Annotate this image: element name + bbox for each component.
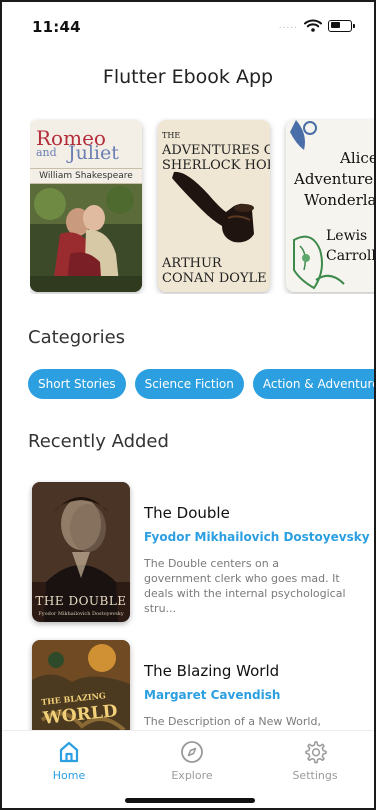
- recently-added-heading: Recently Added: [28, 431, 169, 452]
- category-chip-action-adventure[interactable]: Action & Adventure: [252, 369, 374, 399]
- book-cover[interactable]: THE DOUBLE Fyodor Mikhailovich Dostoyevs…: [32, 482, 130, 622]
- gear-icon: [305, 741, 327, 764]
- cover-author: William Shakespeare: [30, 168, 142, 184]
- featured-book-sherlock-holmes[interactable]: THE ADVENTURES OF SHERLOCK HOLMES ARTHUR…: [158, 120, 270, 292]
- book-title[interactable]: The Double: [144, 504, 348, 522]
- home-icon: [59, 741, 79, 763]
- home-indicator[interactable]: [125, 798, 255, 803]
- nav-home-label: Home: [52, 769, 86, 782]
- book-author: Margaret Cavendish: [144, 688, 281, 702]
- book-info: The Double Fyodor Mikhailovich Dostoyevs…: [144, 504, 370, 616]
- featured-book-alice-in-wonderland[interactable]: Alice Adventures in Wonderland Lewis Car…: [286, 120, 374, 292]
- category-chips: Short Stories Science Fiction Action & A…: [28, 369, 374, 399]
- cover-title: Alice Adventures in Wonderland: [294, 148, 374, 211]
- cover-author-line: Carroll: [326, 248, 374, 264]
- cover-title-line: Wonderland: [304, 191, 374, 209]
- cover-author-line: Lewis: [326, 228, 368, 244]
- book-description: The Description of a New World, Called: [144, 715, 321, 728]
- nav-explore[interactable]: Explore: [152, 739, 232, 782]
- wifi-icon: [304, 19, 322, 32]
- signal-dots: .....: [278, 20, 298, 31]
- featured-book-romeo-and-juliet[interactable]: Romeo and Juliet William Shakespeare: [30, 120, 142, 292]
- status-time: 11:44: [32, 18, 81, 36]
- nav-settings-label: Settings: [292, 769, 338, 782]
- book-title[interactable]: The Blazing World: [144, 662, 348, 680]
- phone-screen: 11:44 ..... Flutter Ebook App Romeo and …: [0, 0, 376, 810]
- cover-title-line: Adventures in: [294, 170, 374, 188]
- cover-title: THE DOUBLE: [35, 594, 127, 608]
- nav-explore-label: Explore: [171, 769, 213, 782]
- nav-home[interactable]: Home: [29, 739, 109, 782]
- cover-title-small: THE: [162, 131, 181, 140]
- cover-author: Fyodor Mikhailovich Dostoyevsky: [38, 611, 124, 617]
- list-item[interactable]: THE DOUBLE Fyodor Mikhailovich Dostoyevs…: [32, 482, 370, 622]
- status-bar: 11:44 .....: [2, 2, 374, 50]
- book-description: The Double centers on a government clerk…: [144, 557, 346, 615]
- status-icons: .....: [278, 19, 355, 32]
- battery-icon: [328, 19, 355, 32]
- cover-title-line: ADVENTURES OF: [162, 143, 270, 158]
- cover-title-line: Alice: [340, 149, 374, 167]
- compass-icon: [181, 741, 203, 763]
- pipe-icon: [172, 171, 254, 243]
- book-cover[interactable]: THE BLAZING WORLD: [32, 640, 130, 730]
- cover-author: ARTHUR CONAN DOYLE: [162, 256, 267, 286]
- book-author: Fyodor Mikhailovich Dostoyevsky: [144, 530, 370, 544]
- cover-title: Juliet: [68, 142, 119, 164]
- cover-title: and: [36, 146, 57, 159]
- featured-carousel[interactable]: Romeo and Juliet William Shakespeare THE: [30, 118, 374, 294]
- cover-author: Lewis Carroll: [326, 226, 374, 266]
- cover-author-line: ARTHUR: [162, 256, 222, 271]
- bottom-navigation: Home Explore Settings: [2, 730, 374, 808]
- recent-books-list: THE DOUBLE Fyodor Mikhailovich Dostoyevs…: [2, 480, 374, 730]
- nav-settings[interactable]: Settings: [275, 739, 355, 782]
- app-title: Flutter Ebook App: [102, 66, 274, 88]
- list-item[interactable]: THE BLAZING WORLD The Blazing World Marg…: [32, 640, 348, 730]
- category-chip-short-stories[interactable]: Short Stories: [28, 369, 126, 399]
- category-chip-science-fiction[interactable]: Science Fiction: [134, 369, 244, 399]
- cover-painting: [30, 184, 142, 292]
- cover-author-line: CONAN DOYLE: [162, 271, 267, 286]
- cover-title: THE BLAZING WORLD: [40, 686, 119, 729]
- categories-heading: Categories: [28, 327, 126, 348]
- book-info: The Blazing World Margaret Cavendish The…: [144, 662, 348, 730]
